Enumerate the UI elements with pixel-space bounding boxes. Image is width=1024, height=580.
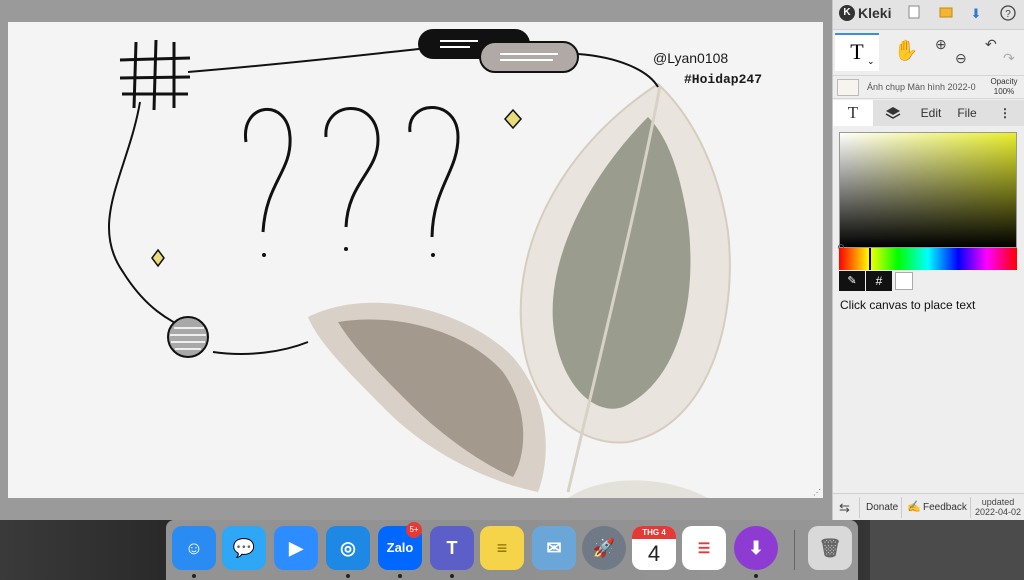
- chevron-down-icon[interactable]: ⌄: [867, 56, 875, 67]
- top-bar: K Kleki ⬇ ?: [833, 0, 1024, 30]
- notes-icon[interactable]: ≡: [480, 526, 524, 570]
- kleki-logo: K Kleki: [839, 5, 891, 21]
- feedback-icon[interactable]: ✍: [907, 500, 921, 513]
- svg-text:?: ?: [1005, 9, 1011, 20]
- hue-slider-handle[interactable]: [869, 248, 871, 270]
- zoom-in-icon[interactable]: ⊕: [935, 36, 947, 53]
- running-indicator: [192, 574, 196, 578]
- canvas-resize-grip[interactable]: ⋰: [813, 488, 821, 497]
- help-icon[interactable]: ?: [999, 5, 1017, 23]
- secondary-color-swatch[interactable]: [895, 272, 913, 290]
- hash-grid: [119, 39, 191, 111]
- tab-file[interactable]: File: [949, 100, 985, 126]
- feedback-button[interactable]: Feedback: [923, 502, 967, 513]
- dock-separator: [794, 530, 795, 570]
- redo-icon[interactable]: ↷: [1003, 50, 1015, 67]
- hex-input-button[interactable]: #: [866, 271, 892, 291]
- zalo-badge: 5+: [406, 522, 422, 538]
- download-icon[interactable]: ⬇: [967, 5, 985, 23]
- color-swatch-row: ✎ #: [839, 271, 1017, 291]
- zoom-out-icon[interactable]: ⊖: [955, 50, 967, 67]
- rocket-icon[interactable]: 🚀: [582, 526, 626, 570]
- updated-date: 2022-04-02: [974, 507, 1022, 517]
- running-indicator: [398, 574, 402, 578]
- question-marks: [244, 106, 460, 238]
- calendar-icon[interactable]: THG 4 4: [632, 526, 676, 570]
- layers-icon[interactable]: [873, 100, 913, 126]
- color-picker-area[interactable]: [839, 132, 1017, 248]
- undo-icon[interactable]: ↶: [985, 36, 997, 53]
- hand-icon[interactable]: ✋: [891, 38, 921, 66]
- donate-button[interactable]: Donate: [866, 502, 898, 513]
- striped-ball: [167, 316, 209, 358]
- calendar-month: THG 4: [632, 526, 676, 539]
- zoom-icon[interactable]: ▶: [274, 526, 318, 570]
- running-indicator: [754, 574, 758, 578]
- mail-icon[interactable]: ✉: [532, 526, 576, 570]
- new-file-icon[interactable]: [905, 5, 923, 23]
- updated-label: updated: [981, 497, 1015, 507]
- tab-edit[interactable]: Edit: [913, 100, 949, 126]
- finder-icon[interactable]: ☺: [172, 526, 216, 570]
- footer-divider: [901, 497, 902, 518]
- folder-icon[interactable]: [937, 5, 955, 23]
- kleki-panel: K Kleki ⬇ ? T ⌄ ✋ ⊕ ⊖ ↶ ↷ Ảnh chụp Màn h…: [832, 0, 1024, 521]
- panel-footer: ⇆ Donate ✍ Feedback updated 2022-04-02: [833, 493, 1024, 521]
- footer-divider: [859, 497, 860, 518]
- pill-grey: [479, 41, 579, 73]
- layer-opacity[interactable]: Opacity 100%: [985, 77, 1023, 97]
- calendar-day: 4: [647, 541, 661, 566]
- eyedropper-icon[interactable]: ✎: [839, 271, 865, 291]
- opacity-label: Opacity: [990, 77, 1018, 86]
- opacity-value: 100%: [993, 87, 1015, 96]
- updated-info: updated 2022-04-02: [973, 497, 1023, 517]
- panel-tabs: T Edit File ⋮: [833, 100, 1024, 126]
- layer-name: Ảnh chụp Màn hình 2022-0: [867, 82, 976, 92]
- reminders-icon[interactable]: ☰: [682, 526, 726, 570]
- teams-icon[interactable]: T: [430, 526, 474, 570]
- canvas-workspace[interactable]: @Lyan0108 #Hoidap247 ⋰: [0, 0, 832, 520]
- hue-slider[interactable]: [839, 248, 1017, 270]
- canvas-handle-text: @Lyan0108: [653, 50, 729, 66]
- diamond-yellow-left: [151, 248, 165, 268]
- swap-icon[interactable]: ⇆: [839, 500, 850, 516]
- tool-row: T ⌄ ✋ ⊕ ⊖ ↶ ↷: [833, 30, 1024, 74]
- trash-icon[interactable]: 🗑: [808, 526, 852, 570]
- leaf-bottom: [568, 480, 708, 498]
- installer-icon[interactable]: ⬇: [734, 526, 778, 570]
- canvas-hashtag-text: #Hoidap247: [684, 72, 763, 87]
- footer-divider: [970, 497, 971, 518]
- safari-icon[interactable]: ◎: [326, 526, 370, 570]
- tab-text[interactable]: T: [833, 100, 873, 126]
- running-indicator: [346, 574, 350, 578]
- layer-row[interactable]: Ảnh chụp Màn hình 2022-0 Opacity 100%: [833, 75, 1024, 99]
- drawing-canvas[interactable]: @Lyan0108 #Hoidap247 ⋰: [8, 22, 823, 498]
- desktop-wallpaper-right: [870, 520, 1024, 580]
- layer-thumbnail: [837, 79, 859, 96]
- canvas-artwork: [108, 29, 731, 498]
- text-tool-hint: Click canvas to place text: [840, 298, 976, 312]
- messages-icon[interactable]: 💬: [222, 526, 266, 570]
- kleki-logo-icon: K: [839, 5, 855, 21]
- dock: ☺ 💬 ▶ ◎ Zalo 5+ T ≡ ✉ 🚀 THG 4 4 ☰ ⬇ 🗑: [166, 520, 858, 580]
- app-name: Kleki: [858, 5, 892, 21]
- running-indicator: [450, 574, 454, 578]
- more-icon[interactable]: ⋮: [993, 100, 1017, 126]
- diamond-yellow-top: [503, 108, 523, 130]
